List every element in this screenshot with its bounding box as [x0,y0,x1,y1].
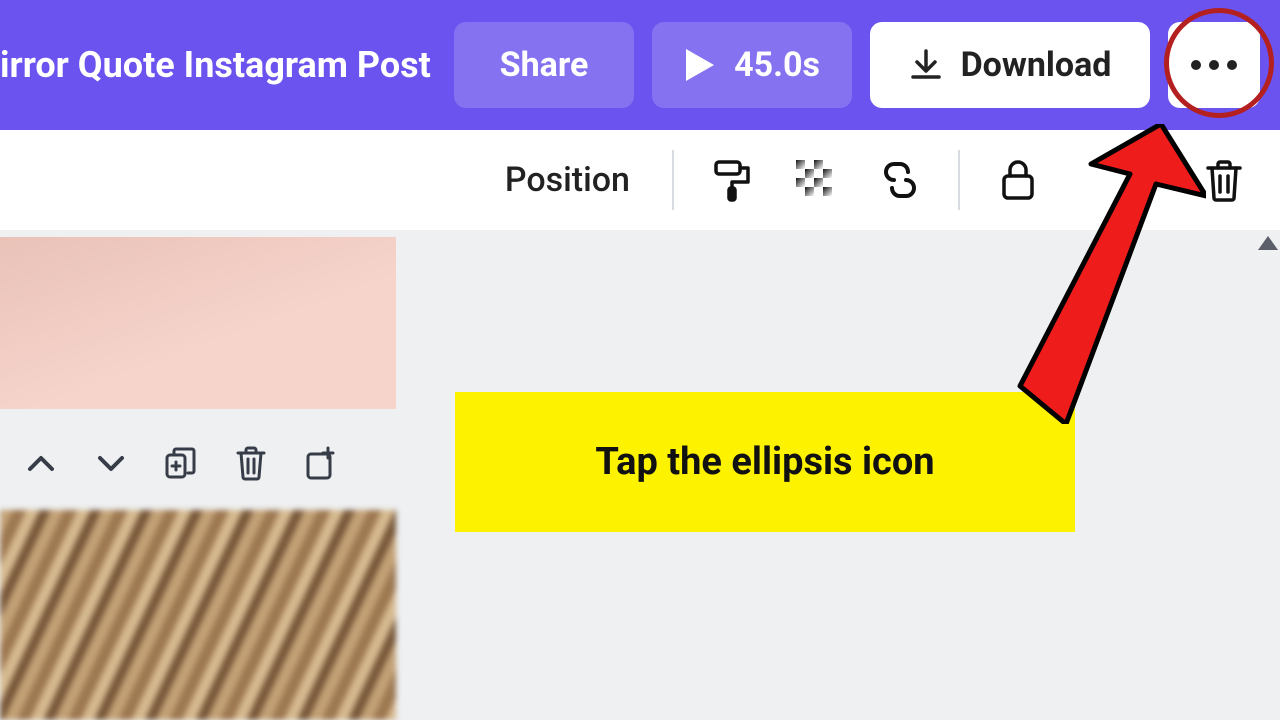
link-icon [876,160,924,200]
duplicate-page-button[interactable] [158,440,204,486]
contextual-toolbar: Position [0,130,1280,230]
delete-button[interactable] [1198,154,1250,206]
toolbar-divider [958,150,960,210]
transparency-button[interactable] [790,154,842,206]
annotation-callout: Tap the ellipsis icon [455,392,1075,532]
page-move-up-button[interactable] [18,440,64,486]
link-button[interactable] [874,154,926,206]
canvas-element[interactable] [0,237,396,409]
app-header: irror Quote Instagram Post Share 45.0s D… [0,0,1280,130]
chevron-up-icon [26,453,56,473]
format-painter-button[interactable] [706,154,758,206]
add-page-icon [304,446,338,480]
download-button[interactable]: Download [870,22,1150,108]
download-button-label: Download [961,45,1112,85]
chevron-down-icon [96,453,126,473]
play-icon [684,47,716,83]
annotation-callout-text: Tap the ellipsis icon [595,440,934,484]
play-duration-label: 45.0s [734,45,820,85]
page-controls [0,440,344,486]
play-preview-button[interactable]: 45.0s [652,22,852,108]
share-button-label: Share [500,45,589,85]
trash-icon [1204,158,1244,202]
transparency-icon [794,158,838,202]
position-button[interactable]: Position [505,160,630,200]
trash-icon [235,445,267,481]
delete-page-button[interactable] [228,440,274,486]
lock-button[interactable] [992,154,1044,206]
download-icon [909,48,943,82]
lock-icon [998,158,1038,202]
page-thumbnail[interactable] [0,510,396,720]
ellipsis-icon [1189,58,1239,72]
toolbar-divider [672,150,674,210]
add-page-button[interactable] [298,440,344,486]
more-menu-button[interactable] [1168,22,1260,108]
document-title[interactable]: irror Quote Instagram Post [0,44,436,86]
paint-roller-icon [710,158,754,202]
duplicate-icon [164,446,198,480]
scrollbar-up-arrow[interactable] [1258,236,1278,250]
share-button[interactable]: Share [454,22,634,108]
page-move-down-button[interactable] [88,440,134,486]
